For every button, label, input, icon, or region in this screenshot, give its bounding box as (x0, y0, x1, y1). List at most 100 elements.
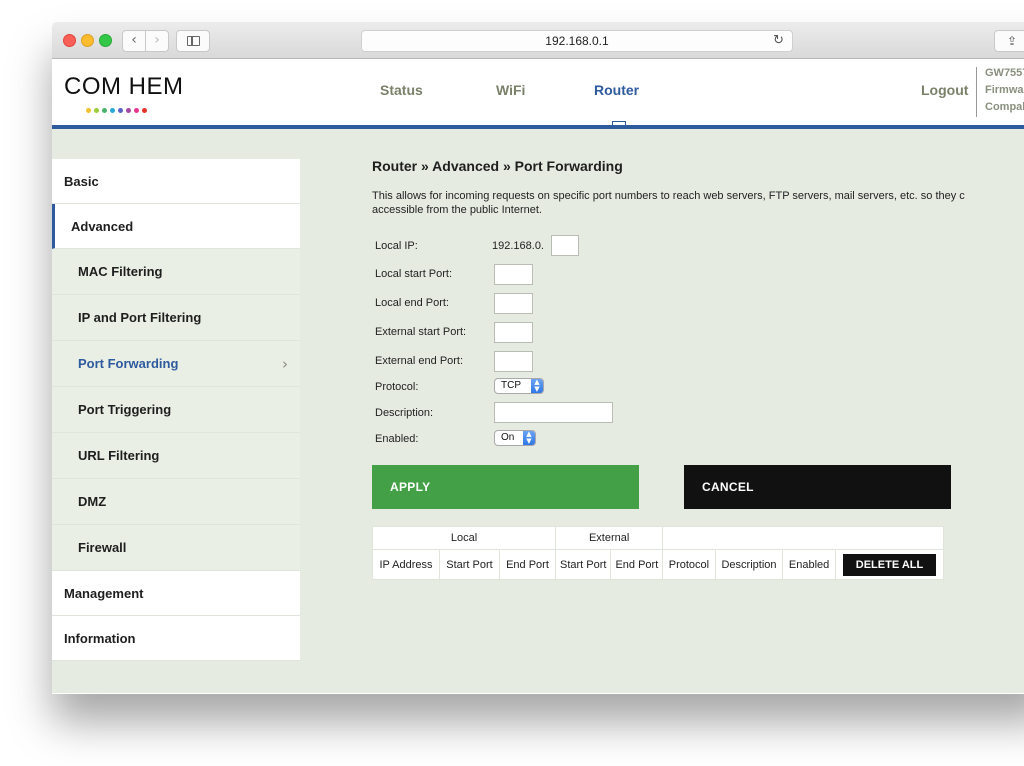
external-start-port-label: External start Port: (375, 326, 467, 338)
sidebar-item-label: IP and Port Filtering (78, 310, 202, 325)
logo-dot (126, 108, 131, 113)
description-input[interactable] (494, 402, 613, 423)
share-icon: ⇪ (1006, 34, 1018, 48)
enabled-value: On (501, 432, 515, 443)
col-header-local-start-port: Start Port (439, 549, 500, 580)
local-end-port-input[interactable] (494, 293, 533, 314)
reload-icon[interactable]: ↻ (773, 31, 784, 51)
device-model: GW7557 (985, 67, 1024, 79)
sidebar-item-label: Management (64, 586, 144, 601)
sidebar-menu: Basic Advanced MAC Filtering IP and Port… (52, 159, 300, 661)
delete-all-button[interactable]: DELETE ALL (842, 553, 937, 576)
enabled-select[interactable]: On ▲ ▼ (494, 430, 536, 446)
sidebar-item-label: Advanced (71, 219, 134, 234)
logo-dots (86, 100, 150, 113)
logout-link[interactable]: Logout (921, 82, 968, 98)
sidebar-item-advanced[interactable]: Advanced (52, 204, 300, 249)
logo-dot (118, 108, 123, 113)
nav-wifi[interactable]: WiFi (496, 82, 525, 98)
sidebar-item-label: MAC Filtering (78, 264, 163, 279)
device-info: GW7557 Firmwa Compal (985, 65, 1024, 116)
sidebar-item-url-filtering[interactable]: URL Filtering (52, 433, 300, 479)
sidebar-item-label: URL Filtering (78, 448, 160, 463)
description-line: accessible from the public Internet. (372, 204, 542, 216)
chevron-left-icon: ‹ (131, 32, 137, 48)
sidebar-item-label: Firewall (78, 540, 127, 555)
address-bar[interactable]: 192.168.0.1 ↻ (361, 30, 793, 52)
router-header: COM HEM Status WiFi Router Logout GW7557… (52, 59, 1024, 129)
device-firmware: Firmwa (985, 84, 1024, 96)
col-header-protocol: Protocol (662, 549, 716, 580)
sidebar-item-firewall[interactable]: Firewall (52, 525, 300, 571)
local-start-port-input[interactable] (494, 264, 533, 285)
col-header-enabled: Enabled (782, 549, 836, 580)
active-nav-marker (612, 121, 626, 126)
enabled-label: Enabled: (375, 433, 419, 445)
sidebar-item-label: Information (64, 631, 136, 646)
sidebar-item-label: Basic (64, 174, 99, 189)
local-ip-label: Local IP: (375, 240, 418, 252)
nav-router[interactable]: Router (594, 82, 639, 98)
local-start-port-label: Local start Port: (375, 268, 453, 280)
header-divider (976, 67, 977, 117)
local-ip-last-octet-input[interactable] (551, 235, 579, 256)
sidebar-item-label: Port Forwarding (78, 356, 179, 371)
back-button[interactable]: ‹ (122, 30, 146, 52)
description-label: Description: (375, 407, 434, 419)
logo-dot (102, 108, 107, 113)
logo-dot (110, 108, 115, 113)
logo-dot (134, 108, 139, 113)
sidebar-icon (187, 36, 200, 46)
sidebar-item-ip-port-filtering[interactable]: IP and Port Filtering (52, 295, 300, 341)
chevron-right-icon: › (154, 32, 160, 48)
page-description: This allows for incoming requests on spe… (372, 189, 1024, 217)
sidebar-item-port-forwarding[interactable]: Port Forwarding › (52, 341, 300, 387)
sidebar-item-mac-filtering[interactable]: MAC Filtering (52, 249, 300, 295)
close-window-button[interactable] (63, 34, 76, 47)
share-button[interactable]: ⇪ (994, 30, 1024, 52)
url-text: 192.168.0.1 (545, 34, 609, 48)
col-header-external-start-port: Start Port (554, 549, 612, 580)
col-header-local-end-port: End Port (498, 549, 557, 580)
device-vendor: Compal (985, 101, 1024, 113)
logo-dot (142, 108, 147, 113)
protocol-value: TCP (501, 380, 521, 391)
sidebar-item-port-triggering[interactable]: Port Triggering (52, 387, 300, 433)
col-header-description: Description (714, 549, 784, 580)
browser-window: ‹ › 192.168.0.1 ↻ ⇪ COM HEM Status WiFi … (52, 22, 1024, 693)
local-end-port-label: Local end Port: (375, 297, 449, 309)
delete-all-cell: DELETE ALL (834, 549, 945, 580)
description-line: This allows for incoming requests on spe… (372, 190, 965, 202)
col-header-external-end-port: End Port (610, 549, 664, 580)
apply-button[interactable]: APPLY (372, 465, 639, 509)
protocol-select[interactable]: TCP ▲ ▼ (494, 378, 544, 394)
sidebar-item-basic[interactable]: Basic (52, 159, 300, 204)
sidebar-item-label: Port Triggering (78, 402, 172, 417)
breadcrumb: Router » Advanced » Port Forwarding (372, 158, 623, 174)
external-start-port-input[interactable] (494, 322, 533, 343)
logo-dot (86, 108, 91, 113)
sidebar-item-information[interactable]: Information (52, 616, 300, 661)
stepper-arrows-icon: ▲ ▼ (531, 379, 543, 393)
col-header-ip-address: IP Address (371, 549, 441, 580)
nav-status[interactable]: Status (380, 82, 423, 98)
sidebar-item-label: DMZ (78, 494, 107, 509)
minimize-window-button[interactable] (81, 34, 94, 47)
external-end-port-input[interactable] (494, 351, 533, 372)
group-header-local: Local (372, 526, 556, 550)
cancel-button[interactable]: CANCEL (684, 465, 951, 509)
logo: COM HEM (64, 73, 184, 100)
sidebar-item-dmz[interactable]: DMZ (52, 479, 300, 525)
show-sidebar-button[interactable] (176, 30, 210, 52)
group-header-blank (662, 526, 945, 550)
local-ip-prefix: 192.168.0. (492, 240, 544, 252)
port-forwarding-table: Local External IP Address Start Port End… (371, 526, 945, 580)
chevron-right-icon: › (282, 355, 288, 373)
forward-button[interactable]: › (145, 30, 169, 52)
zoom-window-button[interactable] (99, 34, 112, 47)
sidebar-item-management[interactable]: Management (52, 571, 300, 616)
stepper-arrows-icon: ▲ ▼ (523, 431, 535, 445)
group-header-external: External (554, 526, 664, 550)
browser-titlebar: ‹ › 192.168.0.1 ↻ ⇪ (52, 22, 1024, 59)
logo-dot (94, 108, 99, 113)
